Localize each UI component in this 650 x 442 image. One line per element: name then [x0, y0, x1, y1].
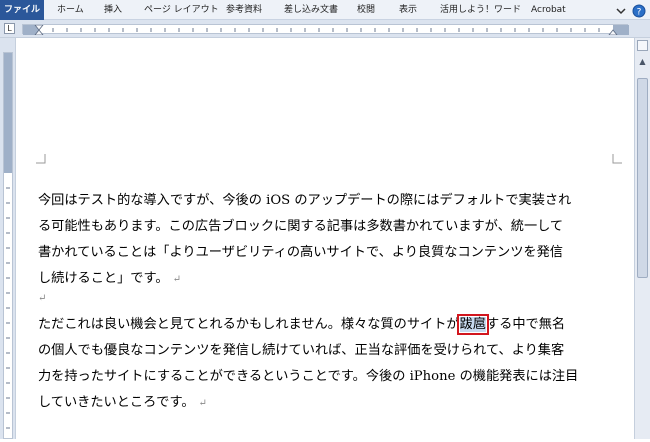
selected-word[interactable]: 跋扈: [456, 314, 490, 335]
text-line[interactable]: の個人でも優良なコンテンツを発信し続けていれば、正当な評価を受けられて、より集客: [38, 338, 613, 364]
vertical-ruler[interactable]: [0, 38, 16, 439]
view-ruler-button[interactable]: [637, 40, 648, 51]
horizontal-ruler-row: L: [0, 20, 650, 38]
text-line-content[interactable]: し続けること」です。: [38, 271, 169, 286]
scroll-up-arrow-icon[interactable]: ▲: [637, 56, 648, 67]
text-line[interactable]: 力を持ったサイトにすることができるということです。今後の iPhone の機能発…: [38, 364, 613, 390]
paragraph-mark: ↵: [172, 274, 181, 285]
text-line[interactable]: 今回はテスト的な導入ですが、今後の iOS のアップデートの際にはデフォルトで実…: [38, 188, 613, 214]
tab-review[interactable]: 校閲: [357, 0, 375, 20]
tab-word-tips[interactable]: 活用しよう！ワード: [440, 0, 521, 20]
tab-insert[interactable]: 挿入: [104, 0, 122, 20]
text-run[interactable]: する中で無名: [486, 317, 565, 332]
text-line[interactable]: る可能性もあります。この広告ブロックに関する記事は多数書かれていますが、統一して: [38, 214, 613, 240]
tab-page-layout[interactable]: ページ レイアウト: [144, 0, 219, 20]
tab-view[interactable]: 表示: [399, 0, 417, 20]
horizontal-ruler[interactable]: [22, 24, 629, 35]
text-line[interactable]: 書かれていることは「よりユーザビリティの高いサイトで、より良質なコンテンツを発信: [38, 240, 613, 266]
svg-text:?: ?: [637, 8, 642, 18]
tab-file[interactable]: ファイル: [0, 0, 44, 20]
tab-selector[interactable]: L: [4, 23, 15, 34]
text-line[interactable]: ただこれは良い機会と見てとれるかもしれません。様々な質のサイトが跋扈する中で無名: [38, 312, 613, 338]
empty-paragraph[interactable]: ↵: [38, 290, 613, 307]
paragraph-mark: ↵: [38, 293, 47, 304]
tab-mailings[interactable]: 差し込み文書: [284, 0, 338, 20]
margin-corner-mark: [612, 154, 622, 164]
paragraph-mark: ↵: [198, 398, 207, 409]
paragraph-1[interactable]: 今回はテスト的な導入ですが、今後の iOS のアップデートの際にはデフォルトで実…: [38, 188, 613, 293]
help-icon[interactable]: ?: [632, 3, 646, 18]
vertical-ruler-scale: [3, 52, 13, 439]
text-line[interactable]: し続けること」です。 ↵: [38, 266, 613, 293]
tab-home[interactable]: ホーム: [57, 0, 84, 20]
margin-corner-mark: [36, 154, 46, 164]
paragraph-2[interactable]: ただこれは良い機会と見てとれるかもしれません。様々な質のサイトが跋扈する中で無名…: [38, 312, 613, 417]
scroll-thumb[interactable]: [637, 78, 648, 278]
text-line[interactable]: していきたいところです。 ↵: [38, 390, 613, 417]
ribbon-tab-bar: ファイル ホーム 挿入 ページ レイアウト 参考資料 差し込み文書 校閲 表示 …: [0, 0, 650, 20]
text-line-content[interactable]: していきたいところです。: [38, 395, 195, 410]
text-run[interactable]: ただこれは良い機会と見てとれるかもしれません。様々な質のサイトが: [38, 317, 460, 332]
tab-references[interactable]: 参考資料: [226, 0, 262, 20]
tab-acrobat[interactable]: Acrobat: [531, 0, 566, 20]
minimize-ribbon-icon[interactable]: [614, 3, 628, 17]
vertical-scrollbar[interactable]: ▲: [634, 38, 650, 439]
